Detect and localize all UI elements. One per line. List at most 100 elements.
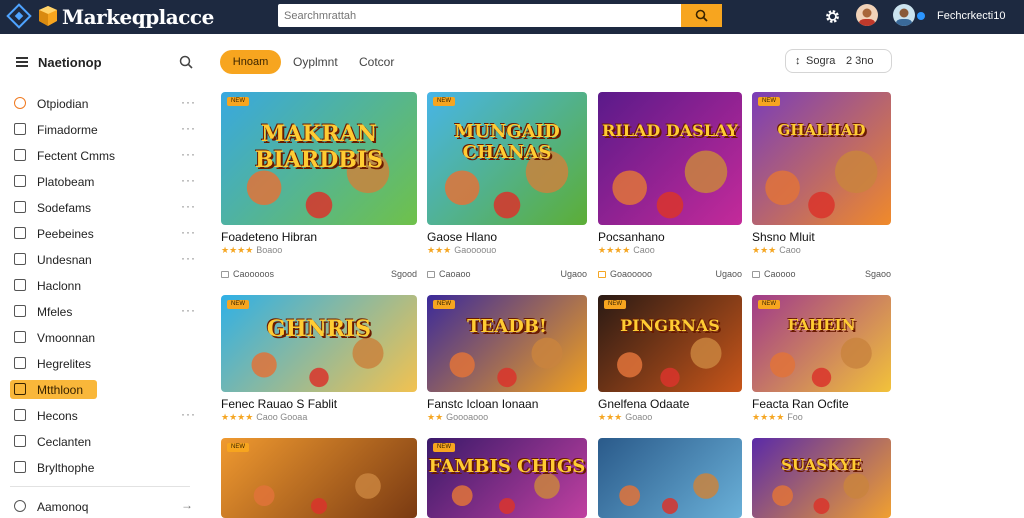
product-title[interactable]: Fenec Rauao S Fablit <box>221 397 337 411</box>
diamond-logo-icon[interactable] <box>6 3 32 29</box>
sidebar-item[interactable]: Hecons ··· <box>10 406 198 426</box>
sidebar-item-label: Undesnan <box>37 253 92 267</box>
arrow-right-icon: → <box>181 498 193 512</box>
sidebar-item-label: Vmoonnan <box>37 331 96 345</box>
game-thumbnail[interactable]: NEW GHALHAD <box>752 92 891 225</box>
search-button[interactable] <box>681 4 722 27</box>
meta-left-text: Goaooooo <box>610 269 653 279</box>
more-icon[interactable]: ··· <box>181 121 196 135</box>
square-icon <box>14 175 26 187</box>
sidebar: Naetionop Otpiodian ··· Fimadorme ··· Fecten… <box>0 34 200 512</box>
gear-icon[interactable] <box>824 8 841 25</box>
sidebar-item[interactable]: Ceclanten <box>10 432 198 452</box>
menu-icon[interactable] <box>16 57 28 67</box>
product-title[interactable]: Fanstc Icloan Ionaan <box>427 397 538 411</box>
tab-active[interactable]: Hnoam <box>220 50 281 74</box>
star-rating: ★★★★ Boaoo <box>221 245 282 256</box>
sidebar-item[interactable]: Peebeines ··· <box>10 224 198 244</box>
rating-count: Goaoo <box>625 412 653 422</box>
game-thumbnail[interactable]: NEW MAKRAN BIARDBIS <box>221 92 417 225</box>
sidebar-item-label: Mtthloon <box>37 383 84 397</box>
game-artwork <box>769 337 872 388</box>
search-input[interactable] <box>284 7 674 24</box>
user-avatar[interactable] <box>893 4 915 26</box>
user-name[interactable]: Fechcrkecti10 <box>937 10 1005 22</box>
game-thumbnail[interactable]: RILAD DASLAY <box>598 92 742 225</box>
sidebar-item[interactable]: Mtthloon <box>10 380 198 400</box>
game-thumbnail[interactable]: NEW FAHEIN <box>752 295 891 392</box>
sidebar-item[interactable]: Fectent Cmms ··· <box>10 146 198 166</box>
sidebar-item-bottom[interactable]: Aamonoq → <box>10 497 198 517</box>
sidebar-item-label: Otpiodian <box>37 97 89 111</box>
new-badge: NEW <box>227 443 249 452</box>
sidebar-item[interactable]: Brylthophe <box>10 458 198 478</box>
product-title[interactable]: Pocsanhano <box>598 230 665 244</box>
more-icon[interactable]: ··· <box>181 173 196 187</box>
search-icon <box>695 9 708 22</box>
product-title[interactable]: Gnelfena Odaate <box>598 397 689 411</box>
document-icon <box>14 279 26 291</box>
game-artwork <box>449 337 563 388</box>
meta-left: Goaooooo <box>598 269 652 279</box>
game-thumbnail[interactable]: NEW PINGRNAS <box>598 295 742 392</box>
sidebar-item[interactable]: Fimadorme ··· <box>10 120 198 140</box>
new-badge: NEW <box>758 97 780 106</box>
game-thumbnail[interactable]: NEW FAMBIS CHIGS <box>427 438 587 518</box>
box-logo-icon <box>39 6 57 26</box>
product-title[interactable]: Shsno Mluit <box>752 230 815 244</box>
sidebar-item-label: Haclonn <box>37 279 82 293</box>
sidebar-item[interactable]: Mfeles ··· <box>10 302 198 322</box>
more-icon[interactable]: ··· <box>181 407 196 421</box>
product-title[interactable]: Feacta Ran Ocfite <box>752 397 849 411</box>
new-badge: NEW <box>227 97 249 106</box>
game-thumbnail[interactable] <box>598 438 742 518</box>
sidebar-item[interactable]: Undesnan ··· <box>10 250 198 270</box>
edit-icon <box>14 123 26 135</box>
product-title[interactable]: Foadeteno Hibran <box>221 230 317 244</box>
sidebar-item[interactable]: Vmoonnan <box>10 328 198 348</box>
more-icon[interactable]: ··· <box>181 95 196 109</box>
sidebar-item-label: Hecons <box>37 409 78 423</box>
avatar[interactable] <box>856 4 878 26</box>
sidebar-item[interactable]: Otpiodian ··· <box>10 94 198 114</box>
artwork-title: FAMBIS CHIGS <box>428 456 586 477</box>
status-dot <box>917 12 925 20</box>
star-rating: ★★★ Gaoooouo <box>427 245 496 256</box>
game-thumbnail[interactable]: NEW TEADB! <box>427 295 587 392</box>
sort-icon: ↕ <box>795 55 801 67</box>
stars: ★★★★ <box>598 245 631 255</box>
sort-label: Sogra <box>806 55 836 67</box>
stars: ★★★ <box>752 245 777 255</box>
more-icon[interactable]: ··· <box>181 251 196 265</box>
more-icon[interactable]: ··· <box>181 147 196 161</box>
tab[interactable]: Oyplmnt <box>293 55 338 69</box>
star-icon <box>14 409 26 421</box>
game-thumbnail[interactable]: NEW MUNGAID CHANAS <box>427 92 587 225</box>
rating-count: Goooaooo <box>446 412 489 422</box>
artwork-title: PINGRNAS <box>620 316 720 335</box>
sort-control[interactable]: ↕ Sogra 2 3no <box>785 49 892 73</box>
stars: ★★★ <box>427 245 452 255</box>
sort-count: 2 3no <box>846 55 874 67</box>
more-icon[interactable]: ··· <box>181 199 196 213</box>
box-icon <box>427 271 435 278</box>
star-rating: ★★★ Goaoo <box>598 412 652 423</box>
meta-left-text: Caoaoo <box>439 269 471 279</box>
game-thumbnail[interactable]: NEW GHNRIS <box>221 295 417 392</box>
meta-left: Caooooos <box>221 269 274 279</box>
product-title[interactable]: Gaose Hlano <box>427 230 497 244</box>
search-icon[interactable] <box>179 55 193 69</box>
sidebar-item[interactable]: Sodefams ··· <box>10 198 198 218</box>
sidebar-item[interactable]: Hegrelites <box>10 354 198 374</box>
sidebar-item[interactable]: Platobeam ··· <box>10 172 198 192</box>
tab[interactable]: Cotcor <box>359 55 394 69</box>
sidebar-item-label: Hegrelites <box>37 357 92 371</box>
more-icon[interactable]: ··· <box>181 225 196 239</box>
sidebar-item[interactable]: Haclonn <box>10 276 198 296</box>
game-artwork <box>253 473 381 514</box>
game-thumbnail[interactable]: SUASKYE <box>752 438 891 518</box>
more-icon[interactable]: ··· <box>181 303 196 317</box>
artwork-title: RILAD DASLAY <box>601 121 739 140</box>
rating-count: Boaoo <box>256 245 283 255</box>
game-thumbnail[interactable]: NEW <box>221 438 417 518</box>
